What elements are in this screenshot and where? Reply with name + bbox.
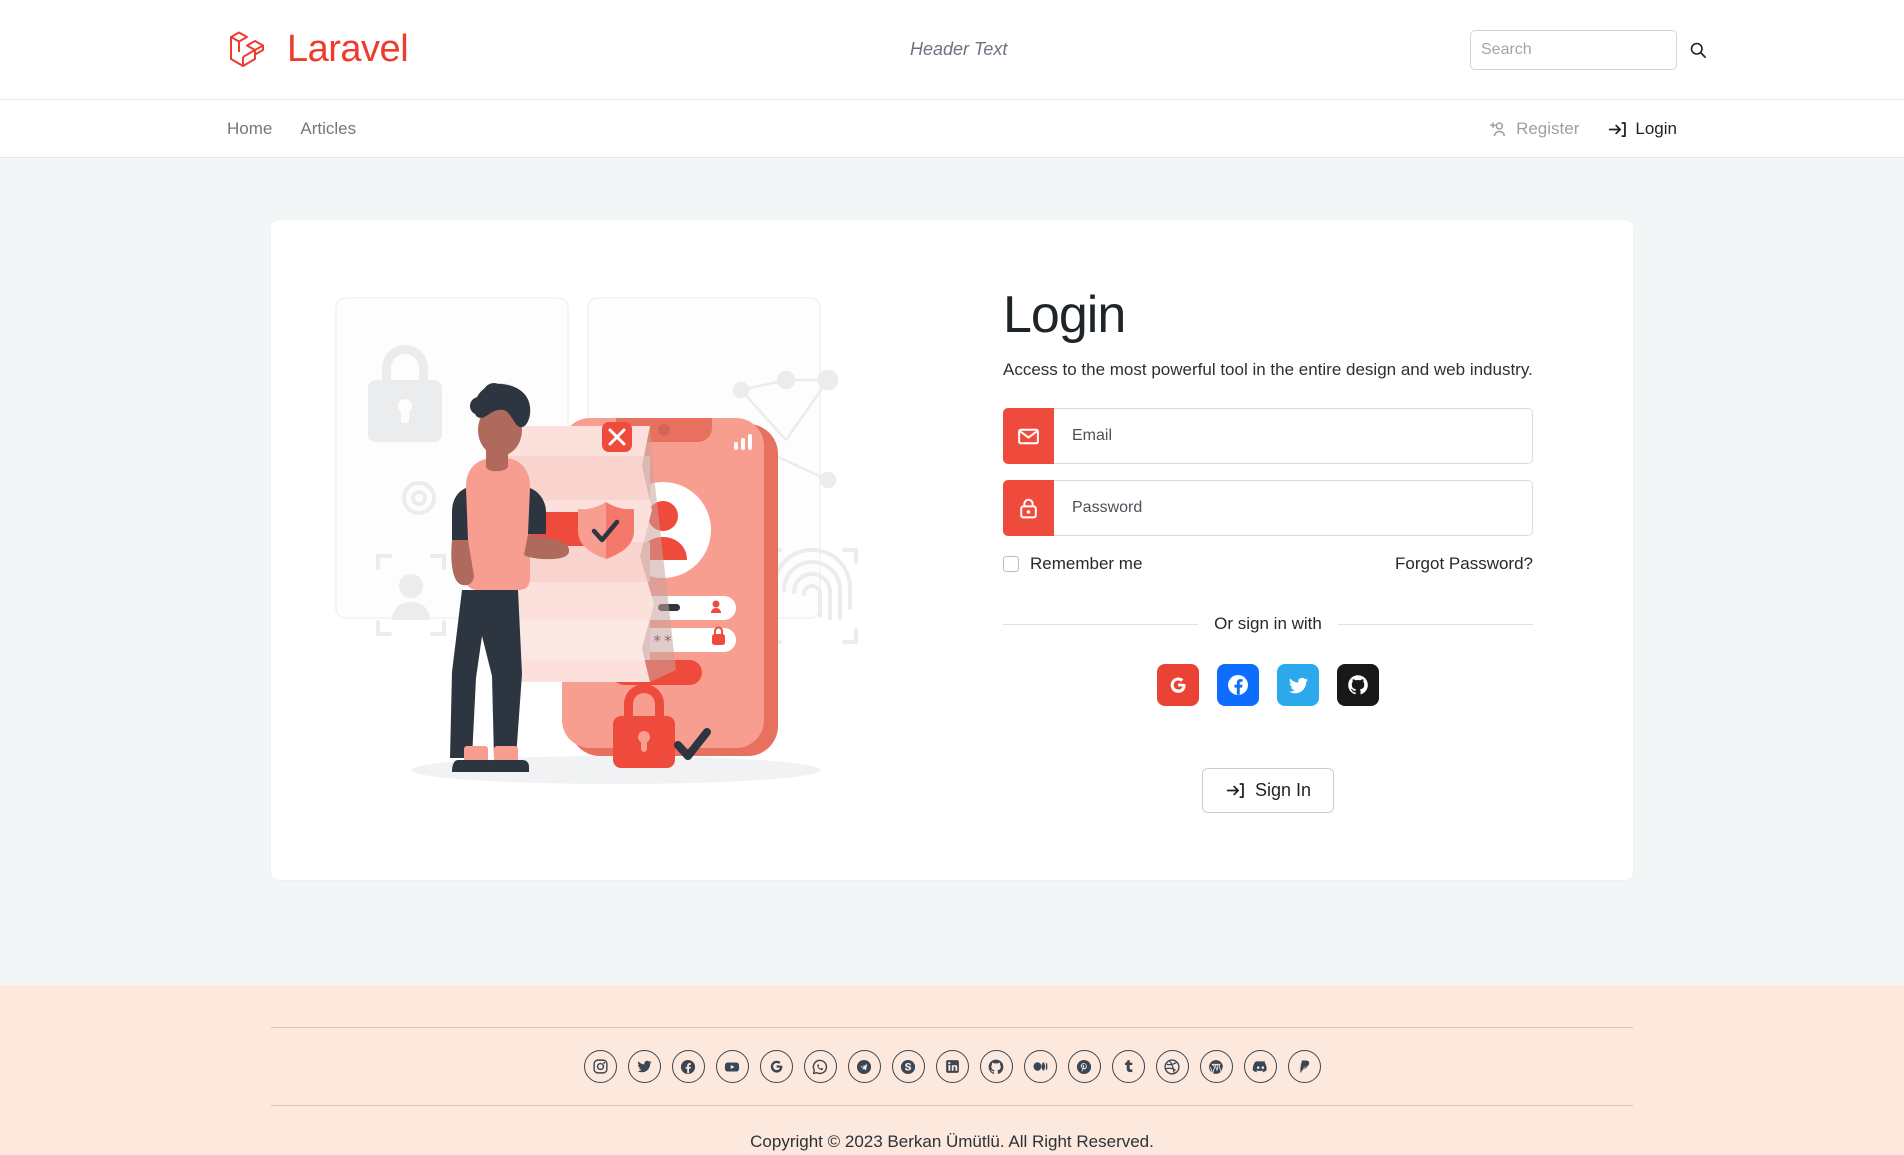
social-login-row — [1003, 664, 1533, 707]
twitter-login-button[interactable] — [1277, 664, 1319, 707]
security-illustration-icon: ***** — [335, 297, 858, 784]
telegram-link[interactable] — [847, 1050, 881, 1083]
search-input[interactable] — [1481, 40, 1688, 59]
youtube-icon — [724, 1062, 740, 1071]
footer-social-links — [271, 1028, 1633, 1105]
login-arrow-icon — [1226, 783, 1244, 799]
paypal-icon — [1299, 1060, 1309, 1073]
twitter-icon — [636, 1060, 652, 1073]
search-icon[interactable] — [1688, 40, 1708, 60]
tumblr-icon — [1124, 1060, 1132, 1073]
tumblr-link[interactable] — [1111, 1050, 1145, 1083]
skype-icon — [900, 1059, 916, 1074]
google-icon — [1170, 677, 1186, 693]
sign-in-button[interactable]: Sign In — [1201, 768, 1335, 814]
lock-icon — [1003, 480, 1054, 537]
login-card: ***** — [271, 220, 1633, 880]
wordpress-link[interactable] — [1199, 1050, 1233, 1083]
laravel-logo-icon — [230, 31, 264, 67]
login-label: Login — [1635, 119, 1677, 138]
form-options-row: Remember me Forgot Password? — [1003, 554, 1533, 574]
instagram-link[interactable] — [583, 1050, 617, 1083]
login-illustration: ***** — [271, 270, 951, 830]
google-login-button[interactable] — [1157, 664, 1199, 707]
instagram-icon — [592, 1059, 608, 1074]
or-sign-in-divider: Or sign in with — [1003, 614, 1533, 634]
search-box[interactable] — [1470, 29, 1706, 70]
person-add-icon — [1490, 121, 1506, 136]
dribbble-icon — [1164, 1058, 1180, 1075]
login-arrow-icon — [1609, 121, 1627, 137]
github-link[interactable] — [979, 1050, 1013, 1083]
github-icon — [988, 1059, 1004, 1074]
discord-link[interactable] — [1243, 1050, 1277, 1083]
sign-in-label: Sign In — [1254, 780, 1312, 801]
facebook-link[interactable] — [671, 1050, 705, 1083]
brand-logo[interactable]: Laravel — [227, 26, 409, 74]
paypal-link[interactable] — [1287, 1050, 1321, 1083]
google-link[interactable] — [759, 1050, 793, 1083]
twitter-link[interactable] — [627, 1050, 661, 1083]
medium-link[interactable] — [1023, 1050, 1057, 1083]
github-icon — [1348, 675, 1368, 695]
telegram-icon — [856, 1059, 872, 1074]
remember-me-label: Remember me — [1030, 554, 1143, 574]
facebook-icon — [1228, 675, 1248, 696]
header-text: Header Text — [910, 39, 1008, 59]
login-button[interactable]: Login — [1607, 119, 1677, 140]
google-icon — [770, 1060, 782, 1073]
nav-item-articles[interactable]: Articles — [300, 119, 356, 139]
forgot-password-link[interactable]: Forgot Password? — [1395, 554, 1533, 574]
email-input[interactable] — [1054, 408, 1533, 465]
submit-row: Sign In — [1003, 768, 1533, 814]
facebook-icon — [680, 1059, 696, 1074]
whatsapp-link[interactable] — [803, 1050, 837, 1083]
password-input[interactable] — [1054, 480, 1533, 537]
discord-icon — [1252, 1061, 1267, 1073]
facebook-login-button[interactable] — [1217, 664, 1259, 707]
remember-me-group[interactable]: Remember me — [1003, 554, 1142, 574]
whatsapp-icon — [812, 1059, 828, 1074]
linkedin-icon — [945, 1060, 959, 1073]
pinterest-icon — [1076, 1059, 1092, 1074]
login-subtitle: Access to the most powerful tool in the … — [1003, 360, 1533, 380]
linkedin-link[interactable] — [935, 1050, 969, 1083]
brand-name: Laravel — [287, 28, 409, 70]
skype-link[interactable] — [891, 1050, 925, 1083]
password-field-group — [1003, 480, 1533, 537]
dribbble-link[interactable] — [1155, 1050, 1189, 1083]
site-header: Laravel Header Text — [0, 0, 1904, 99]
wordpress-icon — [1209, 1059, 1224, 1074]
email-field-group — [1003, 408, 1533, 465]
envelope-icon — [1003, 408, 1054, 465]
main-navigation: Home Articles Register Login — [0, 99, 1904, 158]
or-sign-in-label: Or sign in with — [1214, 614, 1322, 634]
pinterest-link[interactable] — [1067, 1050, 1101, 1083]
nav-item-home[interactable]: Home — [227, 119, 272, 139]
register-button[interactable]: Register — [1488, 119, 1579, 140]
twitter-icon — [1288, 677, 1308, 693]
youtube-link[interactable] — [715, 1050, 749, 1083]
register-label: Register — [1516, 119, 1580, 138]
page-body: ***** — [0, 158, 1904, 985]
remember-me-checkbox[interactable] — [1003, 556, 1019, 573]
medium-icon — [1033, 1062, 1047, 1071]
page-title: Login — [1003, 285, 1126, 344]
site-footer: Copyright © 2023 Berkan Ümütlü. All Righ… — [0, 985, 1904, 1155]
login-form: Login Access to the most powerful tool i… — [951, 285, 1633, 814]
github-login-button[interactable] — [1337, 664, 1379, 707]
copyright-text: Copyright © 2023 Berkan Ümütlü. All Righ… — [750, 1132, 1154, 1151]
